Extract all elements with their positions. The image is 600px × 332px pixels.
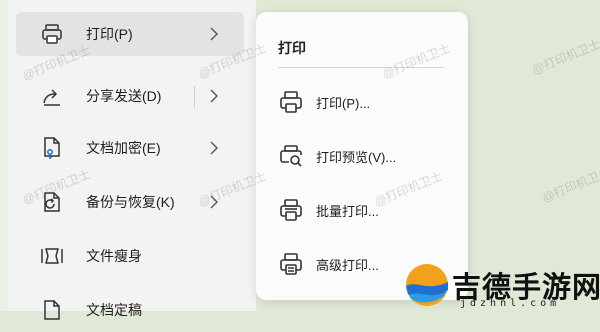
menu-item-encrypt[interactable]: 文档加密(E) xyxy=(16,126,244,170)
menu-item-label: 文件瘦身 xyxy=(86,248,142,264)
menu-item-backup[interactable]: 备份与恢复(K) xyxy=(16,180,244,224)
submenu-item-label: 打印(P)... xyxy=(316,95,371,111)
submenu-item-batch-print[interactable]: 批量打印... xyxy=(272,190,452,230)
menu-item-share[interactable]: 分享发送(D) xyxy=(16,74,244,118)
menu-item-label: 备份与恢复(K) xyxy=(86,194,175,210)
print-submenu: 打印 打印(P)... 打印预览(V)... 批量打印... 高级打印... xyxy=(256,12,468,300)
submenu-title: 打印 xyxy=(278,40,306,56)
printer-icon xyxy=(40,22,64,46)
submenu-item-label: 打印预览(V)... xyxy=(316,149,397,165)
chevron-right-icon xyxy=(208,26,220,42)
site-logo: 吉德手游网 jdzhnl.com xyxy=(400,258,600,311)
print-preview-icon xyxy=(278,143,304,169)
file-slim-icon xyxy=(40,244,64,268)
advanced-print-icon xyxy=(278,251,304,277)
menu-item-label: 文档定稿 xyxy=(86,302,142,318)
watermark: @打印机卫士 xyxy=(540,164,600,205)
split-divider xyxy=(194,86,195,108)
encrypt-document-icon xyxy=(40,136,64,160)
menu-item-file-slim[interactable]: 文件瘦身 xyxy=(16,234,244,278)
submenu-item-label: 高级打印... xyxy=(316,257,379,273)
menu-item-label: 分享发送(D) xyxy=(86,88,162,104)
chevron-right-icon xyxy=(208,194,220,210)
document-finalize-icon xyxy=(40,298,64,322)
submenu-divider xyxy=(278,67,444,68)
menu-item-print[interactable]: 打印(P) xyxy=(16,12,244,56)
chevron-right-icon xyxy=(208,140,220,156)
chevron-right-icon[interactable] xyxy=(208,88,220,104)
menu-item-finalize[interactable]: 文档定稿 xyxy=(16,288,244,332)
printer-icon xyxy=(278,89,304,115)
backup-icon xyxy=(40,190,64,214)
submenu-item-label: 批量打印... xyxy=(316,203,379,219)
menu-item-label: 打印(P) xyxy=(86,26,133,42)
logo-url: jdzhnl.com xyxy=(460,298,561,309)
background-strip xyxy=(0,0,8,311)
logo-emblem-icon xyxy=(406,264,448,306)
share-icon xyxy=(40,84,64,108)
submenu-item-print-preview[interactable]: 打印预览(V)... xyxy=(272,136,452,176)
batch-print-icon xyxy=(278,197,304,223)
submenu-item-print[interactable]: 打印(P)... xyxy=(272,82,452,122)
menu-item-label: 文档加密(E) xyxy=(86,140,161,156)
watermark: @打印机卫士 xyxy=(530,36,600,77)
